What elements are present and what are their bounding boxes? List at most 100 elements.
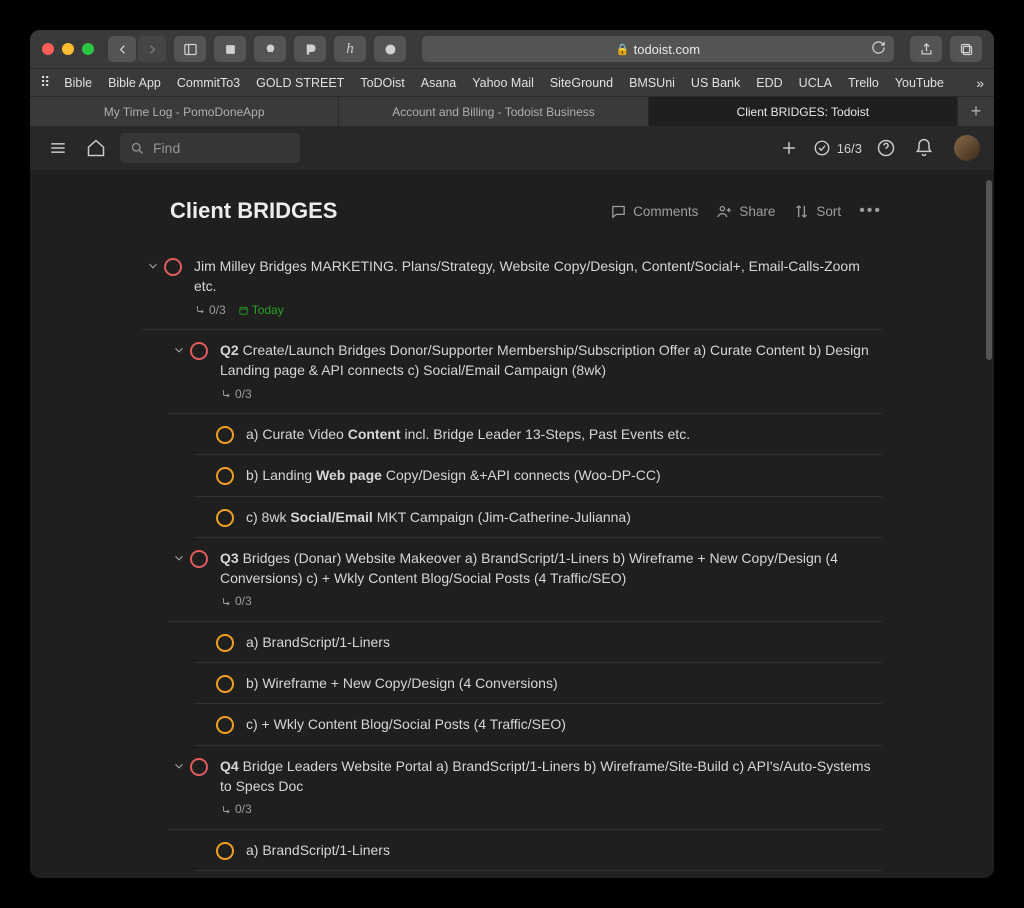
task-row[interactable]: c) + Wkly Content Blog/Social Posts (4 T… [194,704,882,745]
bookmark-item[interactable]: UCLA [799,76,832,90]
task-row[interactable]: a) Curate Video Content incl. Bridge Lea… [194,414,882,455]
browser-tabs: My Time Log - PomoDoneAppAccount and Bil… [30,96,994,126]
app-header: Find 16/3 [30,126,994,170]
bookmark-item[interactable]: YouTube [895,76,944,90]
task-text: a) Curate Video Content incl. Bridge Lea… [246,424,882,444]
share-button[interactable] [910,36,942,62]
bookmark-item[interactable]: CommitTo3 [177,76,240,90]
task-row[interactable]: b) Wireframe/Site-Build [194,871,882,878]
reload-icon[interactable] [871,40,886,58]
home-button[interactable] [82,134,110,162]
bookmark-item[interactable]: Bible App [108,76,161,90]
task-checkbox[interactable] [164,258,182,276]
task-row[interactable]: Q2 Create/Launch Bridges Donor/Supporter… [168,330,882,414]
task-checkbox[interactable] [190,342,208,360]
task-checkbox[interactable] [216,716,234,734]
task-checkbox[interactable] [216,675,234,693]
add-task-button[interactable] [775,134,803,162]
task-checkbox[interactable] [190,550,208,568]
task-text: Q2 Create/Launch Bridges Donor/Supporter… [220,340,882,403]
new-tab-button[interactable]: + [958,97,994,126]
task-text: a) BrandScript/1-Liners [246,632,882,652]
maximize-window-button[interactable] [82,43,94,55]
notifications-button[interactable] [910,134,938,162]
browser-tab[interactable]: Client BRIDGES: Todoist [649,97,958,126]
subtask-count: 0/3 [220,593,252,610]
task-row[interactable]: b) Wireframe + New Copy/Design (4 Conver… [194,663,882,704]
ext-button-1[interactable] [214,36,246,62]
ext-button-4[interactable]: h [334,36,366,62]
collapse-chevron-icon[interactable] [142,256,164,273]
progress-count: 16/3 [837,141,862,156]
search-input[interactable]: Find [120,133,300,163]
nav-forward-button[interactable] [138,36,166,62]
lock-icon: 🔒 [616,43,630,56]
collapse-chevron-icon[interactable] [168,548,190,565]
task-row[interactable]: c) 8wk Social/Email MKT Campaign (Jim-Ca… [194,497,882,538]
avatar[interactable] [954,135,980,161]
task-checkbox[interactable] [216,467,234,485]
task-checkbox[interactable] [216,509,234,527]
task-checkbox[interactable] [216,842,234,860]
bookmark-item[interactable]: BMSUni [629,76,675,90]
comments-button[interactable]: Comments [610,203,698,220]
address-bar[interactable]: 🔒 todoist.com [422,36,894,62]
task-checkbox[interactable] [190,758,208,776]
task-text: c) + Wkly Content Blog/Social Posts (4 T… [246,714,882,734]
task-text: b) Wireframe + New Copy/Design (4 Conver… [246,673,882,693]
bookmark-item[interactable]: Yahoo Mail [472,76,534,90]
subtask-count: 0/3 [220,801,252,818]
task-row[interactable]: Q3 Bridges (Donar) Website Makeover a) B… [168,538,882,622]
bookmark-item[interactable]: Bible [64,76,92,90]
content-scroll[interactable]: Client BRIDGES Comments Share Sort ••• J… [30,170,994,878]
menu-button[interactable] [44,134,72,162]
ext-button-5[interactable]: G [374,36,406,62]
productivity-button[interactable]: 16/3 [813,139,862,157]
bookmark-item[interactable]: US Bank [691,76,740,90]
tabs-overview-button[interactable] [950,36,982,62]
search-icon [130,141,145,156]
task-row[interactable]: Jim Milley Bridges MARKETING. Plans/Stra… [142,246,882,330]
task-checkbox[interactable] [216,426,234,444]
minimize-window-button[interactable] [62,43,74,55]
bookmark-item[interactable]: EDD [756,76,782,90]
bookmark-item[interactable]: GOLD STREET [256,76,344,90]
project-header: Client BRIDGES Comments Share Sort ••• [142,198,882,224]
ext-button-3[interactable] [294,36,326,62]
task-row[interactable]: b) Landing Web page Copy/Design &+API co… [194,455,882,496]
task-row[interactable]: Q4 Bridge Leaders Website Portal a) Bran… [168,746,882,830]
bookmark-item[interactable]: Trello [848,76,879,90]
task-checkbox[interactable] [216,634,234,652]
close-window-button[interactable] [42,43,54,55]
task-text: Jim Milley Bridges MARKETING. Plans/Stra… [194,256,882,319]
browser-window: h G 🔒 todoist.com ⠿ Bible Bible App Commit… [30,30,994,878]
task-text: c) 8wk Social/Email MKT Campaign (Jim-Ca… [246,507,882,527]
browser-tab[interactable]: My Time Log - PomoDoneApp [30,97,339,126]
svg-text:G: G [387,47,392,54]
sidebar-toggle-button[interactable] [174,36,206,62]
nav-back-button[interactable] [108,36,136,62]
task-row[interactable]: a) BrandScript/1-Liners [194,622,882,663]
share-project-button[interactable]: Share [716,203,775,220]
collapse-chevron-icon[interactable] [168,756,190,773]
scrollbar-thumb[interactable] [986,180,992,360]
task-text: Q3 Bridges (Donar) Website Makeover a) B… [220,548,882,611]
page-title: Client BRIDGES [170,198,337,224]
more-options-button[interactable]: ••• [859,202,882,220]
browser-tab[interactable]: Account and Billing - Todoist Business [339,97,648,126]
bookmark-item[interactable]: SiteGround [550,76,613,90]
collapse-chevron-icon[interactable] [168,340,190,357]
bookmark-item[interactable]: ToDOist [360,76,404,90]
help-button[interactable] [872,134,900,162]
sort-button[interactable]: Sort [793,203,841,220]
subtask-count: 0/3 [220,386,252,403]
ext-button-2[interactable] [254,36,286,62]
bookmarks-bar: ⠿ Bible Bible App CommitTo3 GOLD STREET ToDO… [30,68,994,96]
subtask-count: 0/3 [194,302,226,319]
search-placeholder: Find [153,140,180,156]
bookmark-item[interactable]: Asana [421,76,456,90]
titlebar: h G 🔒 todoist.com [30,30,994,68]
bookmarks-overflow-button[interactable]: » [976,75,984,91]
apps-grid-icon[interactable]: ⠿ [40,74,48,91]
task-row[interactable]: a) BrandScript/1-Liners [194,830,882,871]
